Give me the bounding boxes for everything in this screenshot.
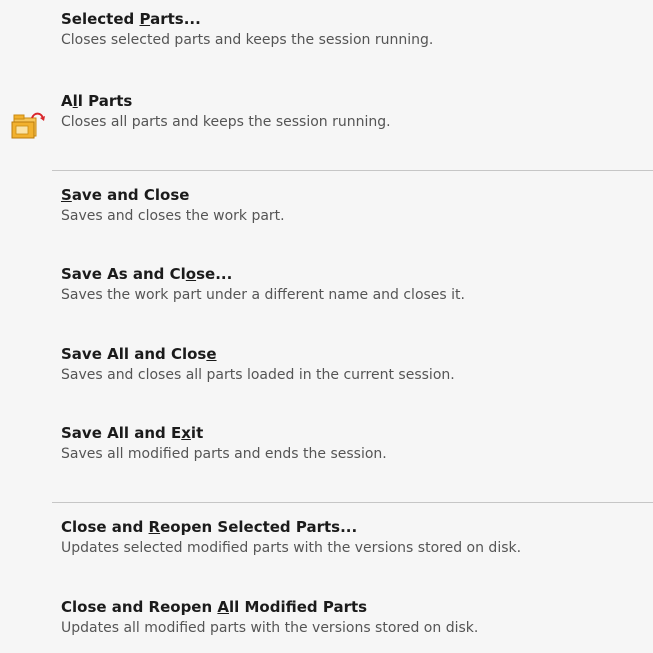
menu-item-description: Closes selected parts and keeps the sess… <box>61 32 434 48</box>
menu-item-title: Save All and Exit <box>61 424 204 442</box>
menu-item-description: Saves and closes all parts loaded in the… <box>61 367 455 383</box>
menu-item-title: Close and Reopen Selected Parts... <box>61 518 358 536</box>
menu-item-title: Save and Close <box>61 186 190 204</box>
menu-item-title: Close and Reopen All Modified Parts <box>61 598 368 616</box>
menu-item-close-and-reopen-selected[interactable]: Close and Reopen Selected Parts... Updat… <box>0 518 653 557</box>
menu-item-close-and-reopen-all-modified[interactable]: Close and Reopen All Modified Parts Upda… <box>0 598 653 637</box>
menu-separator <box>52 170 653 171</box>
menu-item-description: Saves and closes the work part. <box>61 208 285 224</box>
menu-item-description: Updates selected modified parts with the… <box>61 540 522 556</box>
menu-item-save-and-close[interactable]: Save and Close Saves and closes the work… <box>0 186 653 225</box>
menu-item-description: Saves all modified parts and ends the se… <box>61 446 387 462</box>
menu-separator <box>52 502 653 503</box>
menu-item-all-parts[interactable]: All Parts Closes all parts and keeps the… <box>0 92 653 131</box>
menu-item-title: Selected Parts... <box>61 10 201 28</box>
menu-item-description: Saves the work part under a different na… <box>61 287 465 303</box>
folder-close-icon <box>11 112 45 139</box>
menu-item-title: All Parts <box>61 92 133 110</box>
menu-item-description: Updates all modified parts with the vers… <box>61 620 479 636</box>
close-submenu: Selected Parts... Closes selected parts … <box>0 0 653 653</box>
menu-item-title: Save All and Close <box>61 345 217 363</box>
menu-item-description: Closes all parts and keeps the session r… <box>61 114 391 130</box>
menu-item-save-all-and-exit[interactable]: Save All and Exit Saves all modified par… <box>0 424 653 463</box>
menu-item-save-all-and-close[interactable]: Save All and Close Saves and closes all … <box>0 345 653 384</box>
menu-item-save-as-and-close[interactable]: Save As and Close... Saves the work part… <box>0 265 653 304</box>
menu-item-selected-parts[interactable]: Selected Parts... Closes selected parts … <box>0 10 653 49</box>
menu-item-title: Save As and Close... <box>61 265 233 283</box>
